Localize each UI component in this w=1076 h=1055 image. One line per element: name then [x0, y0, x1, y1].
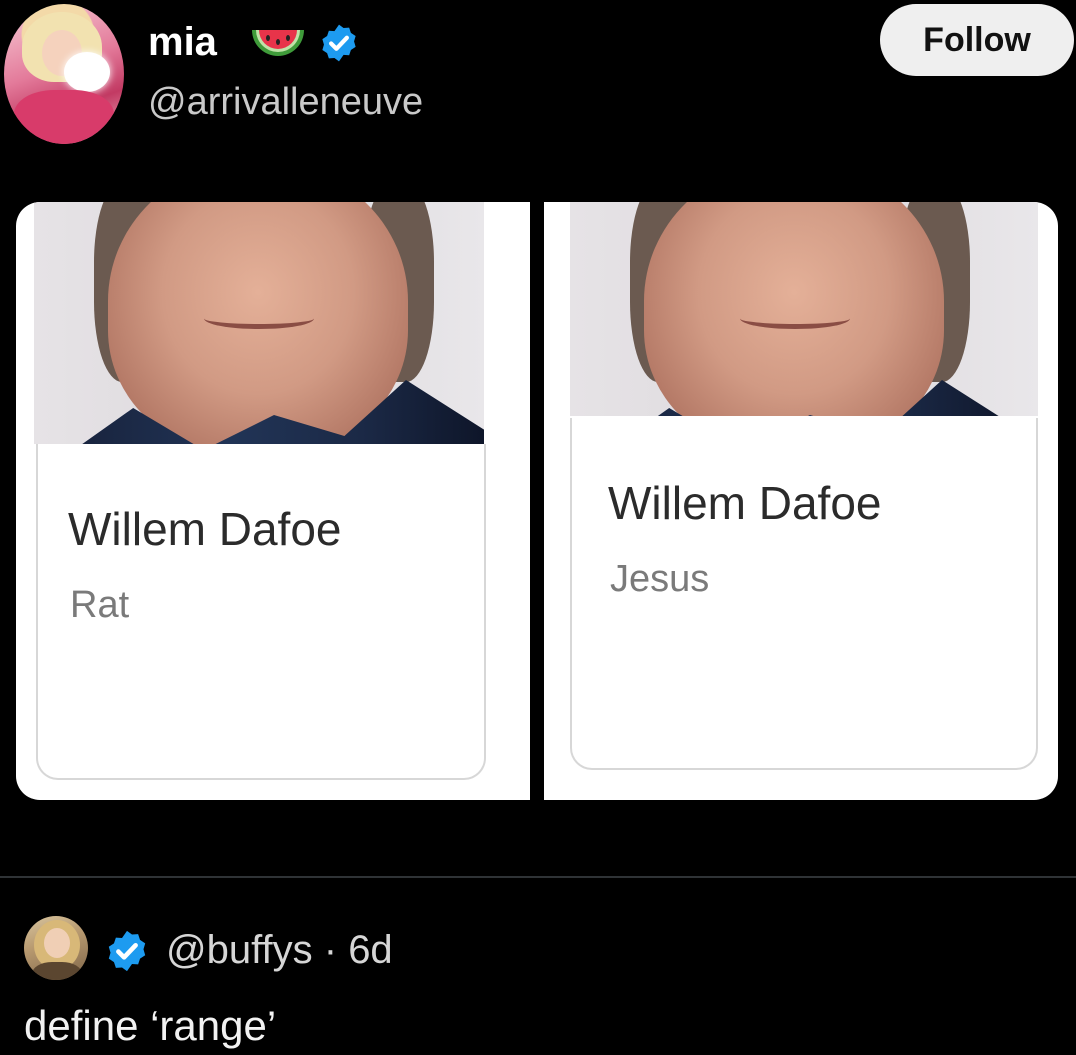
reply-handle[interactable]: @buffys — [166, 928, 313, 972]
actor-role: Rat — [70, 584, 130, 626]
watermelon-icon — [252, 30, 304, 56]
reply-separator: · — [323, 928, 338, 972]
author-handle[interactable]: @arrivalleneuve — [148, 78, 423, 126]
divider — [0, 876, 1076, 878]
image-panel-left: Willem Dafoe Rat — [16, 202, 530, 800]
actor-photo — [34, 202, 484, 444]
actor-name: Willem Dafoe — [68, 503, 342, 555]
verified-badge-icon — [108, 930, 146, 972]
actor-card: Willem Dafoe Rat — [36, 444, 486, 780]
reply-text: define ‘range’ — [24, 1002, 277, 1049]
follow-button[interactable]: Follow — [880, 4, 1074, 76]
actor-role: Jesus — [610, 558, 710, 600]
actor-photo — [570, 202, 1038, 416]
verified-badge-icon — [322, 24, 356, 62]
image-panel-right: Willem Dafoe Jesus — [544, 202, 1058, 800]
reply-timestamp[interactable]: 6d — [348, 928, 393, 972]
reply-avatar[interactable] — [24, 916, 88, 980]
author-avatar[interactable] — [4, 4, 124, 144]
author-name[interactable]: mia — [148, 16, 217, 68]
actor-card: Willem Dafoe Jesus — [570, 418, 1038, 770]
actor-name: Willem Dafoe — [608, 477, 882, 529]
reply-meta: @buffys · 6d — [166, 924, 393, 976]
post-image[interactable]: Willem Dafoe Rat Willem Dafoe Jesus — [16, 202, 1058, 800]
